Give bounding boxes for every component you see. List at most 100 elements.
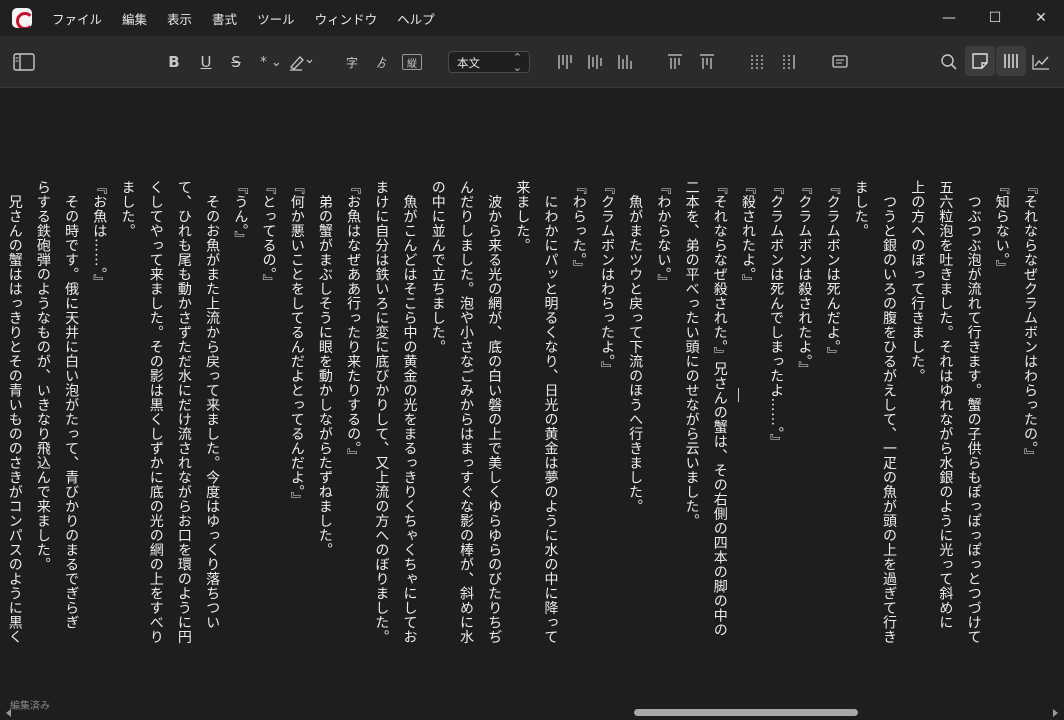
scroll-left-icon[interactable] [6, 709, 11, 717]
text-line: 『お魚は……。』 [91, 180, 108, 289]
maximize-button[interactable]: ☐ [972, 0, 1018, 36]
menu-help[interactable]: ヘルプ [387, 5, 445, 32]
text-line: にわかにパッと明るくなり、日光の黄金は夢のように水の中に降って [542, 180, 559, 645]
menu-window[interactable]: ウィンドウ [305, 5, 388, 32]
align-top-icon [558, 55, 572, 69]
line-spacing-button[interactable] [748, 50, 766, 74]
text-line: ました。 [852, 180, 869, 238]
memo-icon [972, 53, 988, 69]
indent-end-icon [700, 54, 714, 69]
text-line: 『わらった。』 [570, 180, 587, 275]
toolbar: B U S * ⌄ 字 ゟ 縦 本文 ⌃ ⌄ [0, 36, 1064, 88]
vertical-text-toggle-button[interactable] [996, 46, 1026, 76]
text-line: んだりしました。泡や小さなごみからはまっすぐな影の棒が、斜めに水 [457, 180, 474, 644]
text-line: 『それならなぜクラムボンはわらったの。』 [1022, 180, 1038, 463]
paragraph-style-value: 本文 [457, 56, 480, 70]
indent-start-button[interactable] [666, 50, 684, 74]
align-bottom-icon [618, 55, 632, 69]
text-line: 魚がまたツウと戻って下流のほうへ行きました。 [627, 180, 644, 514]
text-line: 上の方へのぼって行きました。 [909, 180, 926, 383]
search-button[interactable] [938, 50, 960, 74]
close-button[interactable]: ✕ [1018, 0, 1064, 36]
menu-format[interactable]: 書式 [202, 5, 247, 32]
vertical-text-editor[interactable]: 『それならなぜクラムボンはわらったの。』 『知らない。』 つぶつぶ泡が流れて行きま… [0, 88, 1064, 704]
sidebar-toggle-button[interactable] [12, 50, 36, 74]
line-spacing-icon [751, 55, 763, 69]
text-line: 『何か悪いことをしてるんだよとってるんだよ。』 [288, 180, 305, 507]
text-line: 『とってるの。』 [260, 180, 277, 289]
menu-view[interactable]: 表示 [157, 5, 202, 32]
paragraph-style-select[interactable]: 本文 ⌃ ⌄ [448, 51, 530, 73]
memo-toggle-button[interactable] [965, 46, 995, 76]
text-line: ました。 [119, 180, 136, 238]
text-line: 二本を、弟の平べったい頭にのせながら云いました。 [683, 180, 700, 528]
text-line: 『クラムボンは死んだよ。』 [824, 180, 841, 362]
text-line: 五六粒泡を吐きました。それはゆれながら水銀のように光って斜めに [937, 180, 954, 630]
graph-button[interactable] [1028, 50, 1054, 74]
comment-icon [832, 55, 848, 68]
align-bottom-button[interactable] [616, 50, 634, 74]
app-logo-icon [12, 8, 32, 28]
menu-edit[interactable]: 編集 [112, 5, 157, 32]
sidebar-icon [13, 53, 35, 71]
tate-chu-yoko-button[interactable]: 縦 [402, 54, 422, 70]
text-line: そのお魚がまた上流から戻って来ました。今度はゆっくり落ちつい [204, 180, 221, 630]
scrollbar-thumb[interactable] [634, 709, 858, 716]
text-line: 弟の蟹がまぶしそうに眼を動かしながらたずねました。 [316, 180, 333, 558]
menu-bar: ファイル 編集 表示 書式 ツール ウィンドウ ヘルプ [42, 5, 445, 32]
indent-start-icon [668, 54, 682, 69]
text-line: 『殺されたよ。』 [739, 180, 756, 289]
text-line: つぶつぶ泡が流れて行きます。蟹の子供らもぽっぽっぽっとつづけて [965, 180, 982, 645]
bold-button[interactable]: B [164, 50, 184, 74]
text-line: 『わからない。』 [655, 180, 672, 289]
ruby-button[interactable]: 字 [342, 50, 362, 74]
marker-dropdown[interactable] [286, 50, 316, 74]
text-line: 来ました。 [514, 180, 531, 253]
text-line: 『クラムボンは殺されたよ。』 [796, 180, 813, 376]
align-center-button[interactable] [586, 50, 604, 74]
indent-end-button[interactable] [698, 50, 716, 74]
text-line: 兄さんの蟹ははっきりとその青いもののさきがコンパスのように黒く [6, 180, 23, 645]
editor-text[interactable]: 『それならなぜクラムボンはわらったの。』 『知らない。』 つぶつぶ泡が流れて行きま… [0, 180, 1044, 700]
scroll-right-icon[interactable] [1053, 709, 1058, 717]
chevron-updown-icon: ⌃ ⌄ [512, 51, 522, 74]
text-cursor [738, 388, 748, 402]
title-bar: ファイル 編集 表示 書式 ツール ウィンドウ ヘルプ — ☐ ✕ [0, 0, 1064, 36]
ruby-remove-button[interactable]: ゟ [372, 50, 392, 74]
text-line: つうと銀のいろの腹をひるがえして、一疋の魚が頭の上を過ぎて行き [880, 180, 897, 645]
char-spacing-icon [783, 55, 795, 69]
emphasis-dropdown[interactable]: * ⌄ [256, 50, 286, 74]
align-center-icon [588, 55, 602, 69]
text-line: 『お魚はなぜああ行ったり来たりするの。』 [345, 180, 362, 463]
underline-button[interactable]: U [196, 50, 216, 74]
text-line: くしてやって来ました。その影は黒くしずかに底の光の網の上をすべり [147, 180, 164, 644]
menu-file[interactable]: ファイル [42, 5, 112, 32]
marker-icon [290, 56, 313, 71]
horizontal-scrollbar[interactable] [0, 706, 1064, 720]
text-line: まけに自分は鉄いろに変に底びかりして、又上流の方へのぼりました。 [373, 180, 390, 644]
text-line: 『クラムボンはわらったよ。』 [598, 180, 615, 376]
strikethrough-button[interactable]: S [226, 50, 246, 74]
align-top-button[interactable] [556, 50, 574, 74]
comment-button[interactable] [830, 50, 850, 74]
minimize-button[interactable]: — [926, 0, 972, 36]
text-line: て、ひれも尾も動かさずただ水にだけ流されながらお口を環のように円 [175, 180, 192, 644]
search-icon [941, 54, 957, 70]
maximize-icon: ☐ [988, 10, 1002, 26]
text-line: 魚がこんどはそこら中の黄金の光をまるっきりくちゃくちゃにしてお [401, 180, 418, 645]
text-line: その時です。俄に天井に白い泡がたって、青びかりのまるでぎらぎ [63, 180, 80, 630]
window-controls: — ☐ ✕ [926, 0, 1064, 36]
char-spacing-button[interactable] [780, 50, 798, 74]
text-line: 『うん。』 [232, 180, 249, 246]
menu-tools[interactable]: ツール [247, 5, 305, 32]
text-line: 『それならなぜ殺された。』兄さんの蟹は、その右側の四本の脚の中の [711, 180, 728, 637]
text-line: 『クラムボンは死んでしまったよ……。』 [768, 180, 785, 449]
vertical-text-icon [1004, 54, 1018, 68]
text-line: 『知らない。』 [993, 180, 1010, 275]
graph-icon [1032, 55, 1049, 70]
close-icon: ✕ [1035, 10, 1047, 26]
text-line: らする鉄砲弾のようなものが、いきなり飛込んで来ました。 [34, 180, 51, 572]
text-line: 波から来る光の網が、底の白い磐の上で美しくゆらゆらのびたりちぢ [486, 180, 503, 645]
minimize-icon: — [942, 10, 956, 26]
text-line: の中に並んで立ちました。 [429, 180, 446, 354]
